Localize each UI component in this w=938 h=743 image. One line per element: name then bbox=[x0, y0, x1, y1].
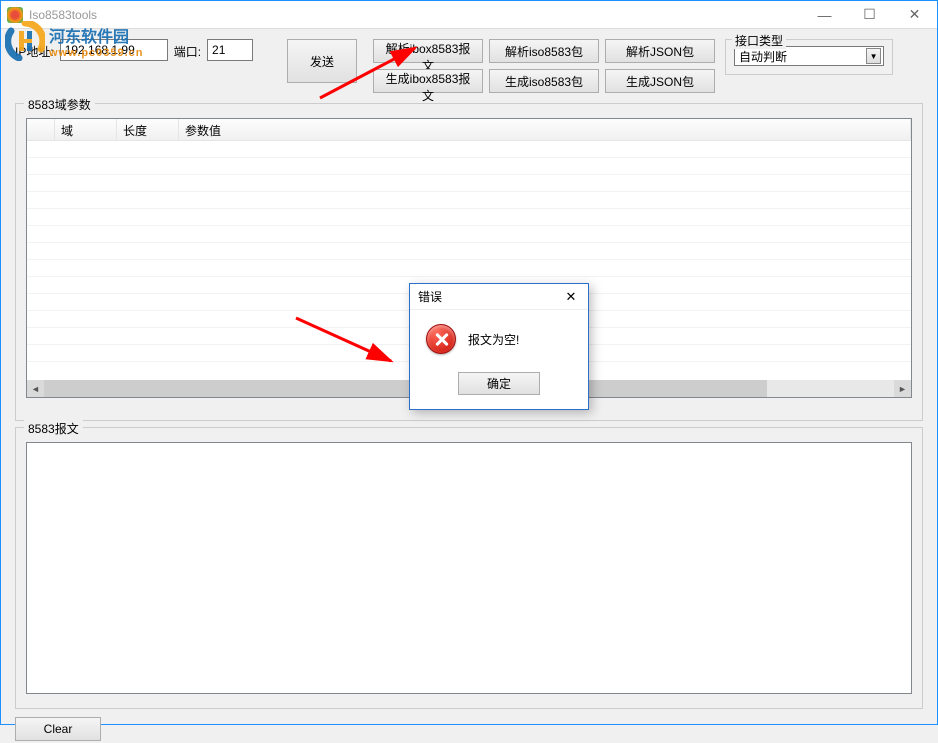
col-blank[interactable] bbox=[27, 119, 55, 140]
report-legend: 8583报文 bbox=[24, 420, 83, 437]
interface-selected: 自动判断 bbox=[739, 48, 787, 65]
table-row[interactable] bbox=[27, 192, 911, 209]
dialog-title: 错误 bbox=[418, 288, 442, 305]
scroll-left-icon[interactable]: ◄ bbox=[27, 380, 44, 397]
minimize-button[interactable]: — bbox=[802, 1, 847, 29]
window-title: Iso8583tools bbox=[29, 8, 802, 22]
top-panel: IP地址: 端口: 发送 解析ibox8583报文 生成ibox8583报文 解… bbox=[1, 29, 937, 99]
gen-json-button[interactable]: 生成JSON包 bbox=[605, 69, 715, 93]
port-label: 端口: bbox=[174, 39, 201, 60]
table-row[interactable] bbox=[27, 175, 911, 192]
ip-input[interactable] bbox=[60, 39, 168, 61]
table-header: 域 长度 参数值 bbox=[27, 119, 911, 141]
iso-column: 解析iso8583包 生成iso8583包 bbox=[489, 39, 599, 93]
dialog-body: 报文为空! bbox=[410, 310, 588, 364]
dialog-message: 报文为空! bbox=[468, 331, 519, 348]
gen-ibox-button[interactable]: 生成ibox8583报文 bbox=[373, 69, 483, 93]
table-row[interactable] bbox=[27, 141, 911, 158]
json-column: 解析JSON包 生成JSON包 bbox=[605, 39, 715, 93]
clear-button[interactable]: Clear bbox=[15, 717, 101, 741]
window-controls: — ☐ ✕ bbox=[802, 1, 937, 29]
col-field[interactable]: 域 bbox=[55, 119, 117, 140]
maximize-button[interactable]: ☐ bbox=[847, 1, 892, 29]
dialog-close-button[interactable]: ✕ bbox=[560, 288, 582, 306]
scroll-right-icon[interactable]: ► bbox=[894, 380, 911, 397]
table-row[interactable] bbox=[27, 226, 911, 243]
titlebar: Iso8583tools — ☐ ✕ bbox=[1, 1, 937, 29]
table-row[interactable] bbox=[27, 260, 911, 277]
chevron-down-icon: ▼ bbox=[866, 48, 881, 64]
close-button[interactable]: ✕ bbox=[892, 1, 937, 29]
report-fieldset: 8583报文 bbox=[15, 427, 923, 709]
table-row[interactable] bbox=[27, 209, 911, 226]
col-value[interactable]: 参数值 bbox=[179, 119, 911, 140]
table-row[interactable] bbox=[27, 158, 911, 175]
app-icon bbox=[7, 7, 23, 23]
ip-label: IP地址: bbox=[15, 39, 54, 60]
dialog-titlebar: 错误 ✕ bbox=[410, 284, 588, 310]
table-row[interactable] bbox=[27, 243, 911, 260]
interface-type-group: 接口类型 自动判断 ▼ bbox=[725, 39, 893, 75]
report-textarea[interactable] bbox=[26, 442, 912, 694]
scroll-thumb[interactable] bbox=[44, 380, 767, 397]
col-length[interactable]: 长度 bbox=[117, 119, 179, 140]
interface-combo[interactable]: 自动判断 ▼ bbox=[734, 46, 884, 66]
parse-ibox-button[interactable]: 解析ibox8583报文 bbox=[373, 39, 483, 63]
dialog-ok-button[interactable]: 确定 bbox=[458, 372, 540, 395]
send-button[interactable]: 发送 bbox=[287, 39, 357, 83]
error-icon bbox=[426, 324, 456, 354]
params-legend: 8583域参数 bbox=[24, 96, 95, 113]
ibox-column: 解析ibox8583报文 生成ibox8583报文 bbox=[373, 39, 483, 93]
port-input[interactable] bbox=[207, 39, 253, 61]
error-dialog: 错误 ✕ 报文为空! 确定 bbox=[409, 283, 589, 410]
gen-iso-button[interactable]: 生成iso8583包 bbox=[489, 69, 599, 93]
parse-iso-button[interactable]: 解析iso8583包 bbox=[489, 39, 599, 63]
dialog-footer: 确定 bbox=[410, 364, 588, 409]
interface-legend: 接口类型 bbox=[732, 32, 786, 49]
bottom-bar: Clear bbox=[1, 715, 937, 743]
parse-json-button[interactable]: 解析JSON包 bbox=[605, 39, 715, 63]
